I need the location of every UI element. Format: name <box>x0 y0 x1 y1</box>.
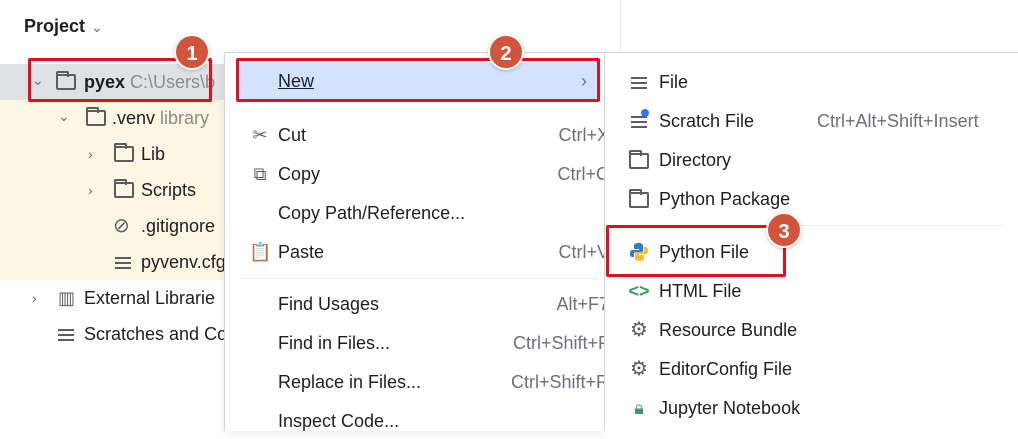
menu-shortcut: Ctrl+Shift+R <box>510 372 609 392</box>
clipboard-icon: 📋 <box>249 242 272 262</box>
menu-shortcut: Ctrl+C <box>557 164 609 184</box>
submenu-item-label: Python Package <box>659 189 791 209</box>
tree-hint: library <box>160 108 210 128</box>
submenu-item-jupyter-notebook[interactable]: 🔒︎ Jupyter Notebook <box>627 390 1017 426</box>
menu-item-label: Copy Path/Reference... <box>278 203 466 223</box>
tree-row-venv[interactable]: ⌄ .venv library <box>0 100 224 136</box>
tree-row-gitignore[interactable]: ⊘ .gitignore <box>0 208 224 244</box>
menu-item-label: Paste <box>278 242 325 262</box>
menu-item-find-usages[interactable]: Find Usages Alt+F7 <box>239 286 609 322</box>
callout-box-2 <box>236 58 600 102</box>
submenu-item-editorconfig-file[interactable]: ⚙ EditorConfig File <box>627 351 1017 387</box>
submenu-item-directory[interactable]: Directory <box>627 142 1017 178</box>
menu-item-label: Copy <box>278 164 321 184</box>
gear-icon: ⚙ <box>630 319 648 341</box>
lock-icon: 🔒︎ <box>634 398 644 418</box>
panel-divider <box>620 0 621 52</box>
menu-item-paste[interactable]: 📋 Paste Ctrl+V <box>239 234 609 270</box>
chevron-right-icon[interactable]: › <box>32 280 46 316</box>
submenu-item-label: Directory <box>659 150 732 170</box>
menu-shortcut: Ctrl+Alt+Shift+Insert <box>817 111 979 131</box>
menu-shortcut: Ctrl+V <box>558 242 609 262</box>
submenu-item-file[interactable]: File <box>627 64 1017 100</box>
gear-icon: ⚙ <box>630 358 648 380</box>
folder-icon <box>86 107 106 126</box>
text-file-icon <box>627 64 651 100</box>
submenu-item-html-file[interactable]: <> HTML File <box>627 273 1017 309</box>
menu-item-label: Inspect Code... <box>278 411 400 431</box>
tree-row-external-libraries[interactable]: › ▥ External Librarie <box>0 280 224 316</box>
menu-item-label: Find Usages <box>278 294 380 314</box>
scratch-file-icon <box>627 103 651 139</box>
folder-icon <box>114 179 134 198</box>
menu-separator <box>239 278 597 279</box>
menu-item-copy[interactable]: ⧉ Copy Ctrl+C <box>239 156 609 192</box>
submenu-item-scratch-file[interactable]: Scratch File Ctrl+Alt+Shift+Insert <box>627 103 1017 139</box>
scissors-icon: ✂ <box>252 125 268 145</box>
menu-item-label: Replace in Files... <box>278 372 422 392</box>
tree-label: Scripts <box>141 180 197 200</box>
menu-item-copy-path[interactable]: Copy Path/Reference... <box>239 195 597 231</box>
menu-shortcut: Alt+F7 <box>556 294 609 314</box>
menu-item-label: Cut <box>278 125 307 145</box>
tree-label: External Librarie <box>84 288 216 308</box>
submenu-item-label: EditorConfig File <box>659 359 793 379</box>
text-file-icon <box>115 244 131 280</box>
menu-item-find-in-files[interactable]: Find in Files... Ctrl+Shift+F <box>239 325 609 361</box>
library-icon: ▥ <box>58 288 76 308</box>
copy-icon: ⧉ <box>253 164 267 184</box>
menu-item-replace-in-files[interactable]: Replace in Files... Ctrl+Shift+R <box>239 364 609 400</box>
tree-label: .venv <box>112 108 156 128</box>
submenu-item-resource-bundle[interactable]: ⚙ Resource Bundle <box>627 312 1017 348</box>
menu-item-cut[interactable]: ✂ Cut Ctrl+X <box>239 117 609 153</box>
tree-row-pyvenv-cfg[interactable]: pyvenv.cfg <box>0 244 226 280</box>
ignored-file-icon: ⊘ <box>113 215 130 237</box>
menu-item-label: Find in Files... <box>278 333 391 353</box>
tree-row-scripts[interactable]: › Scripts <box>0 172 224 208</box>
project-view-selector[interactable]: Project ⌄ <box>24 16 103 37</box>
callout-box-3 <box>606 225 786 277</box>
code-icon: <> <box>628 281 650 301</box>
submenu-item-label: Resource Bundle <box>659 320 798 340</box>
step-badge-3: 3 <box>766 212 802 248</box>
submenu-item-python-package[interactable]: Python Package <box>627 181 1017 217</box>
step-badge-2: 2 <box>488 34 524 70</box>
chevron-right-icon[interactable]: › <box>88 136 102 172</box>
step-badge-1: 1 <box>174 34 210 70</box>
scratches-icon <box>58 316 74 352</box>
submenu-item-label: HTML File <box>659 281 742 301</box>
chevron-right-icon[interactable]: › <box>88 172 102 208</box>
context-menu: New › ✂ Cut Ctrl+X ⧉ Copy Ctrl+C Copy Pa… <box>224 52 609 431</box>
menu-shortcut: Ctrl+X <box>558 125 609 145</box>
tree-row-lib[interactable]: › Lib <box>0 136 224 172</box>
menu-shortcut: Ctrl+Shift+F <box>512 333 609 353</box>
tree-label: .gitignore <box>141 216 216 236</box>
tree-label: Scratches and Co <box>84 324 228 344</box>
submenu-item-label: File <box>659 72 689 92</box>
menu-item-inspect-code[interactable]: Inspect Code... <box>239 403 597 439</box>
submenu-item-label: Scratch File <box>659 111 755 131</box>
chevron-down-icon: ⌄ <box>91 19 103 35</box>
tree-label: pyvenv.cfg <box>141 252 226 272</box>
submenu-item-label: Jupyter Notebook <box>659 398 801 418</box>
chevron-down-icon[interactable]: ⌄ <box>58 98 72 134</box>
tree-label: Lib <box>141 144 166 164</box>
tree-row-scratches[interactable]: Scratches and Co <box>0 316 228 352</box>
panel-title: Project <box>24 16 86 36</box>
folder-icon <box>114 143 134 162</box>
